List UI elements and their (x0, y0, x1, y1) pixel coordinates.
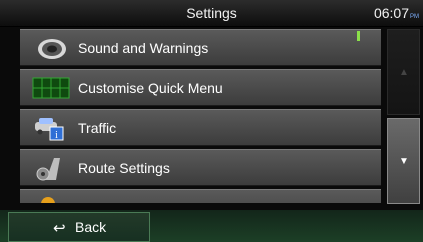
menu-item-label: Customise Quick Menu (78, 80, 223, 96)
partial-item-icon (32, 194, 70, 203)
list-scroll-indicator (357, 31, 360, 41)
traffic-info-icon: i (32, 114, 70, 142)
clock-time: 06:07 (373, 5, 409, 21)
settings-list: Sound and Warnings Customise Quick Menu … (20, 29, 381, 203)
grid-icon (32, 74, 70, 102)
scroll-down-button[interactable]: ▼ (387, 118, 420, 204)
menu-item-label: Sound and Warnings (78, 40, 209, 56)
menu-item-label: Traffic (78, 120, 117, 136)
clock: 06:07PM (374, 0, 419, 26)
route-settings-icon (32, 154, 70, 182)
menu-item-sound-and-warnings[interactable]: Sound and Warnings (20, 29, 381, 66)
menu-item-route-settings[interactable]: Route Settings (20, 149, 381, 186)
back-button[interactable]: ↩ Back (8, 212, 150, 242)
page-title: Settings (186, 5, 237, 21)
back-arrow-icon: ↩ (53, 220, 66, 237)
speaker-icon (32, 34, 70, 62)
arrow-up-icon: ▲ (399, 67, 409, 78)
menu-item-label: Route Settings (78, 160, 170, 176)
back-label: Back (75, 219, 107, 235)
arrow-down-icon: ▼ (399, 156, 409, 167)
menu-item-partial[interactable] (20, 189, 381, 203)
menu-item-customise-quick-menu[interactable]: Customise Quick Menu (20, 69, 381, 106)
svg-text:i: i (55, 130, 58, 141)
clock-ampm: PM (410, 14, 419, 20)
menu-item-traffic[interactable]: i Traffic (20, 109, 381, 146)
scroll-up-button[interactable]: ▲ (387, 29, 420, 115)
